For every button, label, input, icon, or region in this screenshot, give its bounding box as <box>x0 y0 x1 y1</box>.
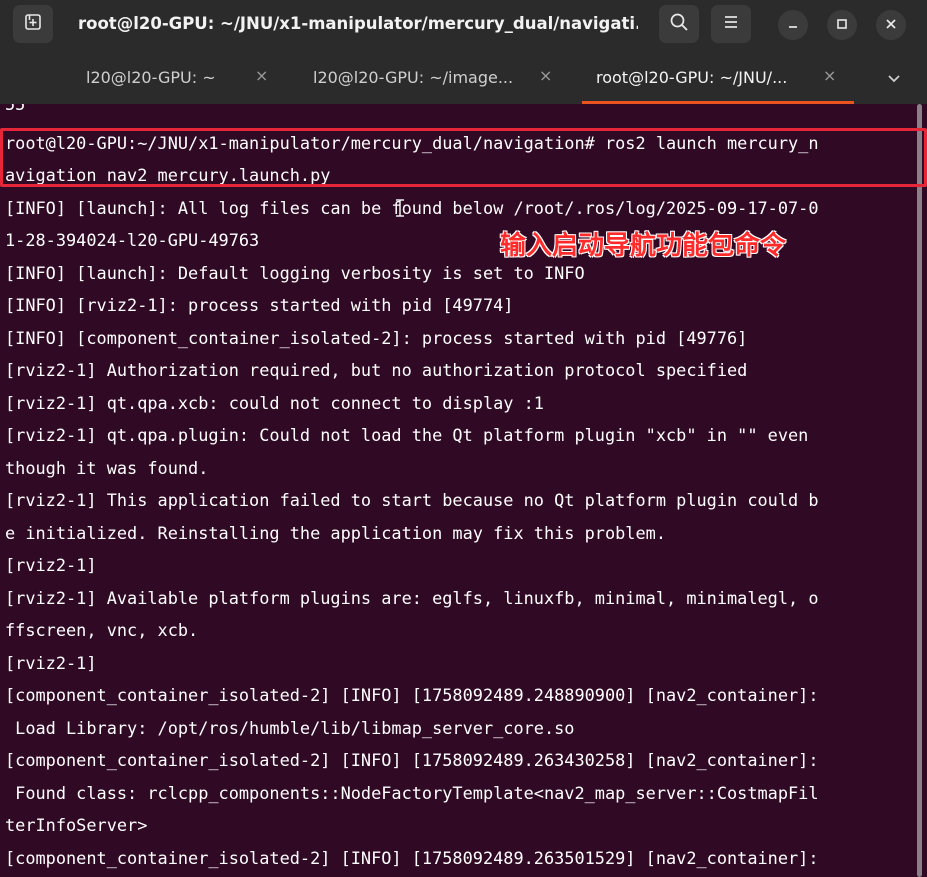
text-cursor-icon <box>395 198 405 218</box>
tab-close-icon[interactable]: × <box>539 67 552 85</box>
tab-close-icon[interactable]: × <box>823 67 836 85</box>
terminal-line: [rviz2-1] qt.qpa.xcb: could not connect … <box>5 393 544 413</box>
new-tab-button[interactable] <box>13 5 53 43</box>
terminal-line: e initialized. Reinstalling the applicat… <box>5 523 666 543</box>
tab-label: l20@l20-GPU: ~/image... <box>313 68 514 87</box>
terminal-line: [rviz2-1] <box>5 555 97 575</box>
terminal-output[interactable]: 55 root@l20-GPU:~/JNU/x1-manipulator/mer… <box>0 104 912 877</box>
terminal-scrollbar[interactable] <box>912 104 927 877</box>
terminal-line: [rviz2-1] <box>5 653 97 673</box>
close-icon <box>884 16 898 35</box>
terminal-line: [rviz2-1] qt.qpa.plugin: Could not load … <box>5 425 809 445</box>
minimize-button[interactable] <box>778 10 808 40</box>
tab-list-button[interactable] <box>880 65 908 93</box>
window-title: root@l20-GPU: ~/JNU/x1-manipulator/mercu… <box>78 14 638 33</box>
terminal-line: though it was found. <box>5 458 209 478</box>
command-highlight-box <box>0 128 927 187</box>
tab-bar: l20@l20-GPU: ~ × l20@l20-GPU: ~/image...… <box>0 50 927 104</box>
search-button[interactable] <box>659 5 699 43</box>
tab-label: l20@l20-GPU: ~ <box>86 68 216 87</box>
chevron-down-icon <box>887 70 901 89</box>
tab-close-icon[interactable]: × <box>255 67 268 85</box>
search-icon <box>669 12 689 36</box>
terminal-line: [INFO] [rviz2-1]: process started with p… <box>5 295 514 315</box>
terminal-line: [component_container_isolated-2] [INFO] … <box>5 750 819 770</box>
terminal-line: [INFO] [component_container_isolated-2]:… <box>5 328 748 348</box>
terminal-window: root@l20-GPU: ~/JNU/x1-manipulator/mercu… <box>0 0 927 877</box>
tab-root-jnu[interactable]: root@l20-GPU: ~/JNU/... × <box>582 50 854 104</box>
terminal-line: 55 <box>5 104 26 114</box>
terminal-line: [rviz2-1] Available platform plugins are… <box>5 588 819 608</box>
terminal-line: [rviz2-1] Authorization required, but no… <box>5 360 748 380</box>
terminal-line: [rviz2-1] This application failed to sta… <box>5 490 819 510</box>
header-bar: root@l20-GPU: ~/JNU/x1-manipulator/mercu… <box>0 0 927 50</box>
terminal-line: ffscreen, vnc, xcb. <box>5 620 199 640</box>
tab-label: root@l20-GPU: ~/JNU/... <box>596 68 788 87</box>
close-button[interactable] <box>876 10 906 40</box>
main-menu-button[interactable] <box>711 5 751 43</box>
tab-l20-home[interactable]: l20@l20-GPU: ~ × <box>0 50 290 104</box>
maximize-button[interactable] <box>827 10 857 40</box>
terminal-line: terInfoServer> <box>5 815 148 835</box>
terminal-line: Found class: rclcpp_components::NodeFact… <box>5 783 819 803</box>
terminal-line: 1-28-394024-l20-GPU-49763 <box>5 230 260 250</box>
maximize-icon <box>835 16 849 35</box>
hamburger-menu-icon <box>722 13 740 35</box>
terminal-line: [component_container_isolated-2] [INFO] … <box>5 685 819 705</box>
terminal-line: [INFO] [launch]: All log files can be fo… <box>5 198 819 218</box>
terminal-line: Load Library: /opt/ros/humble/lib/libmap… <box>5 718 575 738</box>
new-tab-icon <box>23 12 43 36</box>
scrollbar-thumb[interactable] <box>917 104 922 877</box>
terminal-line: [component_container_isolated-2] [INFO] … <box>5 848 819 868</box>
annotation-label: 输入启动导航功能包命令 <box>500 231 787 261</box>
tab-l20-image[interactable]: l20@l20-GPU: ~/image... × <box>290 50 580 104</box>
minimize-icon <box>786 16 800 35</box>
terminal-line: [INFO] [launch]: Default logging verbosi… <box>5 263 585 283</box>
